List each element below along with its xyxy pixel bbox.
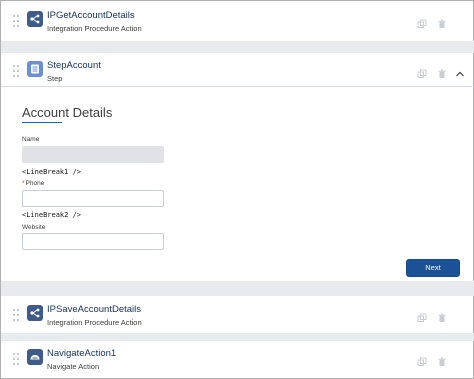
element-header[interactable]: IPGetAccountDetails Integration Procedur… (5, 3, 469, 39)
drag-handle-icon[interactable] (13, 353, 21, 365)
navigate-icon (27, 349, 43, 365)
element-title: StepAccount (47, 60, 101, 71)
element-header[interactable]: IPSaveAccountDetails Integration Procedu… (5, 297, 469, 333)
step-icon (27, 61, 43, 77)
website-label: Website (22, 224, 46, 231)
step-form: Account Details Name <LineBreak1 /> *Pho… (5, 87, 469, 281)
element-subtitle: Integration Procedure Action (47, 318, 142, 327)
delete-icon[interactable] (437, 310, 447, 322)
element-card-stepaccount[interactable]: StepAccount Step (5, 53, 469, 87)
drag-handle-icon[interactable] (13, 15, 21, 27)
drag-handle-icon[interactable] (13, 65, 21, 77)
element-subtitle: Step (47, 74, 63, 83)
element-separator (1, 333, 474, 341)
element-title: NavigateAction1 (47, 348, 117, 359)
delete-icon[interactable] (437, 16, 447, 28)
element-subtitle: Integration Procedure Action (47, 24, 142, 33)
line-break-2: <LineBreak2 /> (22, 211, 82, 219)
integration-procedure-icon (27, 11, 43, 27)
integration-procedure-icon (27, 305, 43, 321)
required-marker: * (22, 180, 25, 187)
form-title: Account Details (22, 105, 113, 120)
element-separator (1, 41, 474, 53)
clone-icon[interactable] (417, 354, 427, 366)
clone-icon[interactable] (417, 66, 427, 78)
drag-handle-icon[interactable] (13, 309, 21, 321)
element-subtitle: Navigate Action (47, 362, 100, 371)
phone-label-text: Phone (25, 180, 45, 187)
next-button[interactable]: Next (406, 259, 460, 277)
phone-input[interactable] (22, 190, 164, 207)
form-title-underline (22, 122, 62, 123)
element-header[interactable]: NavigateAction1 Navigate Action (5, 341, 469, 377)
name-input[interactable] (22, 146, 164, 163)
phone-label: *Phone (22, 180, 44, 187)
element-card-ipgetaccountdetails[interactable]: IPGetAccountDetails Integration Procedur… (5, 3, 469, 39)
line-break-1: <LineBreak1 /> (22, 168, 82, 176)
element-title: IPGetAccountDetails (47, 10, 135, 21)
element-title: IPSaveAccountDetails (47, 304, 141, 315)
clone-icon[interactable] (417, 310, 427, 322)
omniscript-canvas: IPGetAccountDetails Integration Procedur… (0, 0, 474, 379)
clone-icon[interactable] (417, 16, 427, 28)
name-label: Name (22, 136, 40, 143)
delete-icon[interactable] (437, 66, 447, 78)
delete-icon[interactable] (437, 354, 447, 366)
element-header[interactable]: StepAccount Step (5, 53, 469, 89)
element-card-ipsaveaccountdetails[interactable]: IPSaveAccountDetails Integration Procedu… (5, 297, 469, 333)
chevron-up-icon[interactable] (455, 66, 465, 77)
element-card-navigateaction1[interactable]: NavigateAction1 Navigate Action (5, 341, 469, 377)
website-input[interactable] (22, 233, 164, 250)
element-separator (1, 281, 474, 296)
